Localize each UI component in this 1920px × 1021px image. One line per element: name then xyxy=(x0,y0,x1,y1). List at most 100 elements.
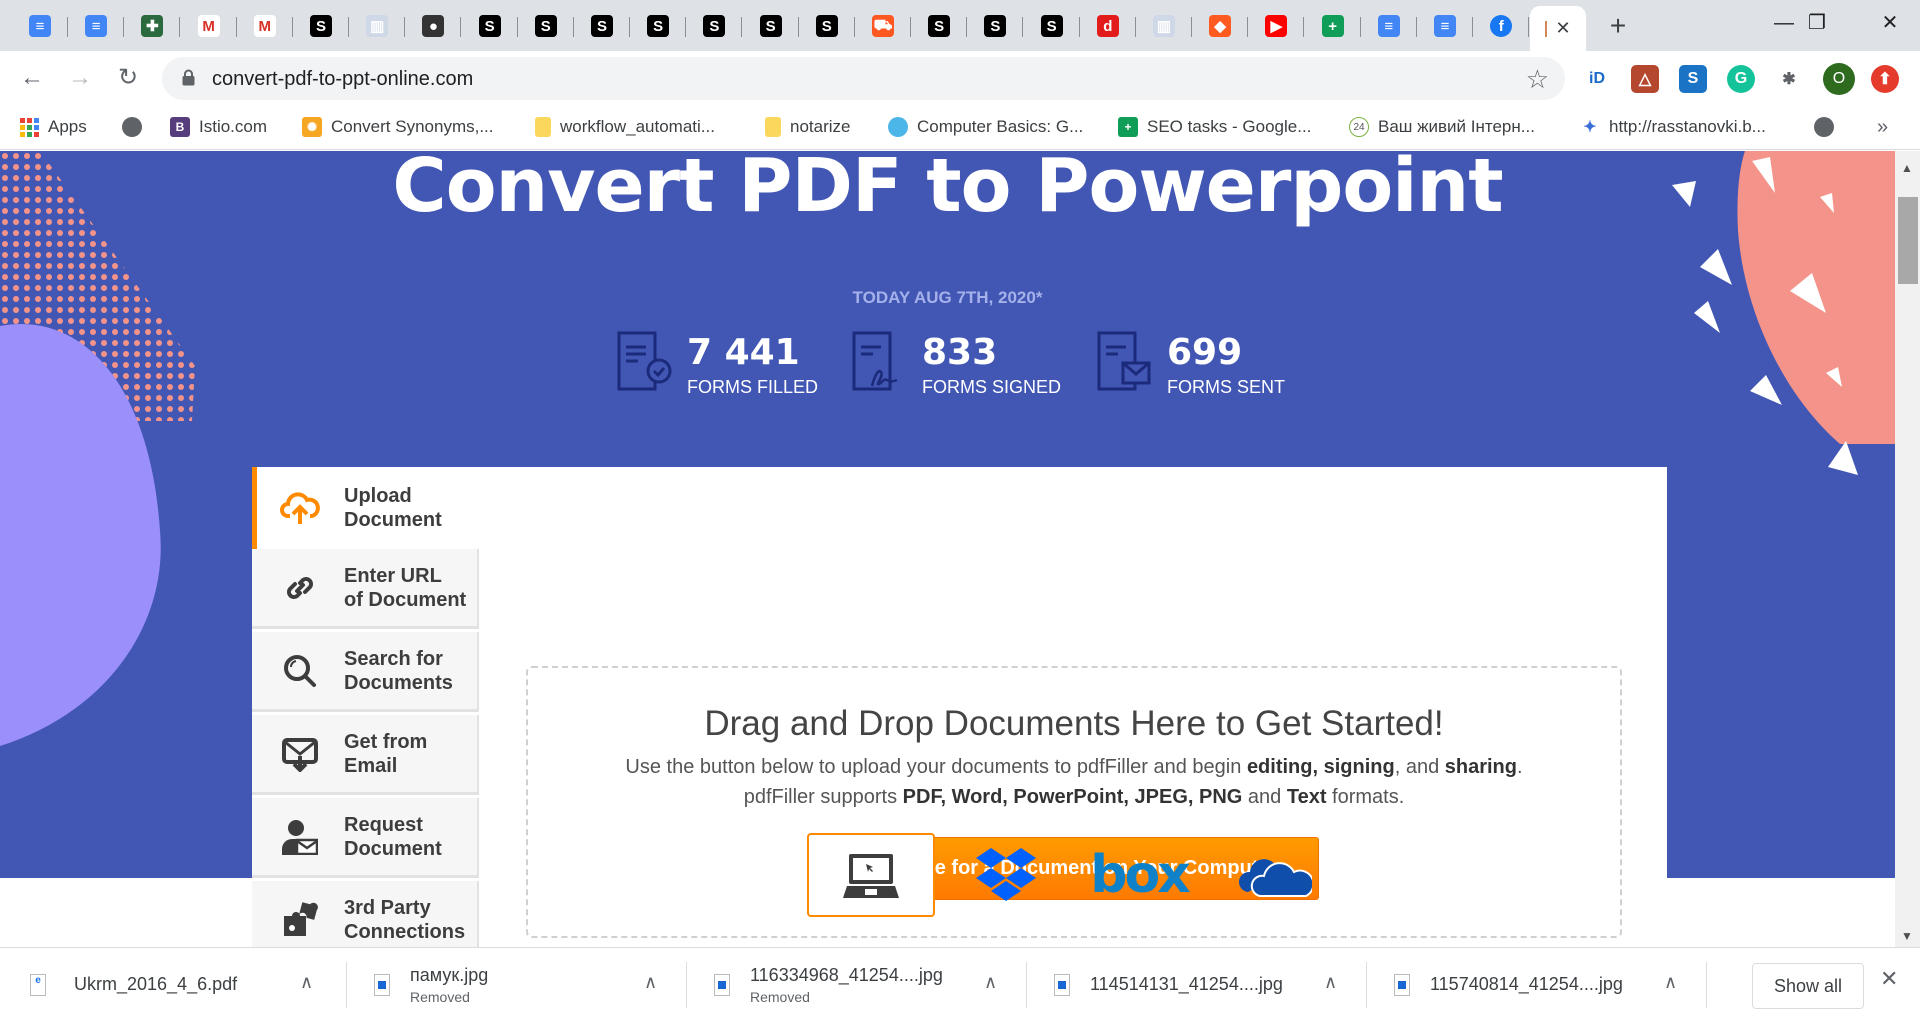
browser-tab[interactable]: ◆ xyxy=(1192,8,1249,44)
bookmarks-overflow-button[interactable]: » xyxy=(1877,113,1888,141)
grammarly-icon[interactable]: G xyxy=(1727,65,1755,93)
browser-tab[interactable]: ≡ xyxy=(1361,8,1417,44)
browser-tab[interactable]: ▥ xyxy=(349,8,406,44)
browser-tab[interactable]: f xyxy=(1473,8,1530,44)
scroll-up-arrow-icon[interactable]: ▲ xyxy=(1901,161,1913,175)
google-docs-icon: ≡ xyxy=(85,15,108,37)
bookmark-rasstanovki[interactable]: ✦ http://rasstanovki.b... xyxy=(1580,113,1766,141)
s-script-extension-icon[interactable]: S xyxy=(1679,65,1707,93)
window-close-button[interactable]: ✕ xyxy=(1866,8,1914,38)
browser-tab[interactable]: ≡ xyxy=(1417,8,1473,44)
download-item[interactable]: 116334968_41254....jpg Removed ∧ xyxy=(714,948,1024,1021)
sidebar-item-upload-document[interactable]: Upload Document xyxy=(252,467,479,549)
browser-tab[interactable]: ▶ xyxy=(1248,8,1305,44)
update-arrow-icon[interactable]: ⬆ xyxy=(1871,65,1899,93)
bookmark-notarize[interactable]: notarize xyxy=(765,113,850,141)
browser-tab[interactable]: ✚ xyxy=(124,8,181,44)
close-tab-icon[interactable]: ✕ xyxy=(1555,18,1570,39)
download-options-chevron-icon[interactable]: ∧ xyxy=(644,972,657,993)
restore-button[interactable]: ❐ xyxy=(1793,8,1841,38)
download-options-chevron-icon[interactable]: ∧ xyxy=(300,972,313,993)
profile-avatar[interactable]: O xyxy=(1823,63,1855,95)
source-dropbox[interactable] xyxy=(942,833,1070,917)
browser-tab[interactable]: M xyxy=(181,8,237,44)
scrollbar-thumb[interactable] xyxy=(1898,197,1918,284)
books-icon: ▥ xyxy=(1153,15,1175,37)
bookmark-star-icon[interactable]: ☆ xyxy=(1526,64,1549,95)
sidebar-item-3rd-party-connections[interactable]: 3rd Party Connections xyxy=(252,881,479,947)
browser-tab[interactable]: S xyxy=(462,8,518,44)
page-scrollbar[interactable]: ▲ ▼ xyxy=(1895,151,1920,947)
browser-tab[interactable]: S xyxy=(686,8,743,44)
scroll-down-arrow-icon[interactable]: ▼ xyxy=(1901,929,1913,943)
browser-tab[interactable]: ≡ xyxy=(12,8,68,44)
download-item[interactable]: 114514131_41254....jpg ∧ xyxy=(1054,948,1364,1021)
bookmark-apps[interactable]: Apps xyxy=(20,113,87,141)
source-onedrive[interactable] xyxy=(1210,833,1338,917)
puzzle-extensions-icon[interactable]: ✱ xyxy=(1775,65,1803,93)
download-options-chevron-icon[interactable]: ∧ xyxy=(984,972,997,993)
people-icon: ✦ xyxy=(1580,117,1600,137)
bookmark-computer-basics[interactable]: Computer Basics: G... xyxy=(888,113,1083,141)
browser-tab[interactable]: S xyxy=(518,8,574,44)
browser-tab[interactable]: ≡ xyxy=(68,8,125,44)
sidebar-item-enter-url[interactable]: Enter URL of Document xyxy=(252,549,479,629)
folder-icon xyxy=(535,117,551,137)
bookmark-vash-zhyvyi[interactable]: 24 Ваш живий Інтерн... xyxy=(1349,113,1535,141)
email-download-icon xyxy=(280,734,320,774)
active-tab[interactable]: ✕ xyxy=(1530,6,1586,51)
download-item[interactable]: 115740814_41254....jpg ∧ xyxy=(1394,948,1704,1021)
bookmark-globe-2[interactable] xyxy=(1814,113,1834,141)
download-options-chevron-icon[interactable]: ∧ xyxy=(1664,972,1677,993)
truck-icon: ⛟ xyxy=(872,15,894,37)
browser-tab[interactable]: S xyxy=(630,8,687,44)
forward-button[interactable]: → xyxy=(65,63,95,93)
browser-tab[interactable]: S xyxy=(911,8,968,44)
stat-label: FORMS FILLED xyxy=(687,377,819,397)
browser-tab[interactable]: S xyxy=(574,8,630,44)
browser-tab[interactable]: S xyxy=(743,8,799,44)
australia-icon: ◆ xyxy=(1209,15,1232,37)
browser-tab[interactable]: ▥ xyxy=(1136,8,1192,44)
bookmark-globe[interactable] xyxy=(122,113,142,141)
triangle-extension-icon[interactable]: △ xyxy=(1631,65,1659,93)
download-options-chevron-icon[interactable]: ∧ xyxy=(1324,972,1337,993)
source-my-computer[interactable] xyxy=(807,833,935,917)
back-button[interactable]: ← xyxy=(17,63,47,93)
bookmark-istio[interactable]: B Istio.com xyxy=(170,113,267,141)
browser-tab[interactable]: M xyxy=(237,8,293,44)
bookmark-workflow-automation[interactable]: workflow_automati... xyxy=(535,113,715,141)
url-text[interactable]: convert-pdf-to-ppt-online.com xyxy=(212,68,473,91)
browser-tab[interactable]: d xyxy=(1080,8,1136,44)
bookmark-seo-tasks[interactable]: + SEO tasks - Google... xyxy=(1118,113,1311,141)
browser-tab[interactable]: + xyxy=(1305,8,1361,44)
sidebar-item-request-document[interactable]: Request Document xyxy=(252,798,479,878)
divider xyxy=(1026,962,1027,1008)
browser-tab[interactable]: ⛟ xyxy=(855,8,911,44)
download-status: Removed xyxy=(750,988,810,1005)
download-item[interactable]: памук.jpg Removed ∧ xyxy=(374,948,684,1021)
sidebar-item-search-documents[interactable]: Search for Documents xyxy=(252,632,479,712)
drop-zone[interactable]: Drag and Drop Documents Here to Get Star… xyxy=(526,666,1622,938)
reload-button[interactable]: ↻ xyxy=(113,63,143,93)
drop-zone-description: Use the button below to upload your docu… xyxy=(625,756,1523,778)
address-bar[interactable]: convert-pdf-to-ppt-online.com ☆ xyxy=(162,57,1565,100)
sidebar-item-get-from-email[interactable]: Get from Email xyxy=(252,715,479,795)
browser-tab[interactable]: S xyxy=(967,8,1024,44)
browser-tab[interactable]: ● xyxy=(405,8,462,44)
gcf-globe-icon xyxy=(888,117,908,137)
source-box[interactable]: box xyxy=(1075,833,1203,917)
browser-tab[interactable]: S xyxy=(293,8,349,44)
browser-tab[interactable]: S xyxy=(1024,8,1080,44)
download-item[interactable]: e Ukrm_2016_4_6.pdf ∧ xyxy=(30,948,340,1021)
s-icon: S xyxy=(1040,15,1063,37)
close-downloads-bar-button[interactable]: ✕ xyxy=(1880,966,1898,992)
show-all-downloads-button[interactable]: Show all xyxy=(1752,963,1864,1009)
s-icon: S xyxy=(759,15,782,37)
stat-value: 7 441 xyxy=(687,332,800,373)
bookmark-label: http://rasstanovki.b... xyxy=(1609,117,1766,136)
new-tab-button[interactable]: + xyxy=(1603,11,1633,41)
browser-tab[interactable]: S xyxy=(799,8,855,44)
id-extension-icon[interactable]: iD xyxy=(1583,65,1611,93)
bookmark-convert-synonyms[interactable]: ✺ Convert Synonyms,... xyxy=(302,113,494,141)
